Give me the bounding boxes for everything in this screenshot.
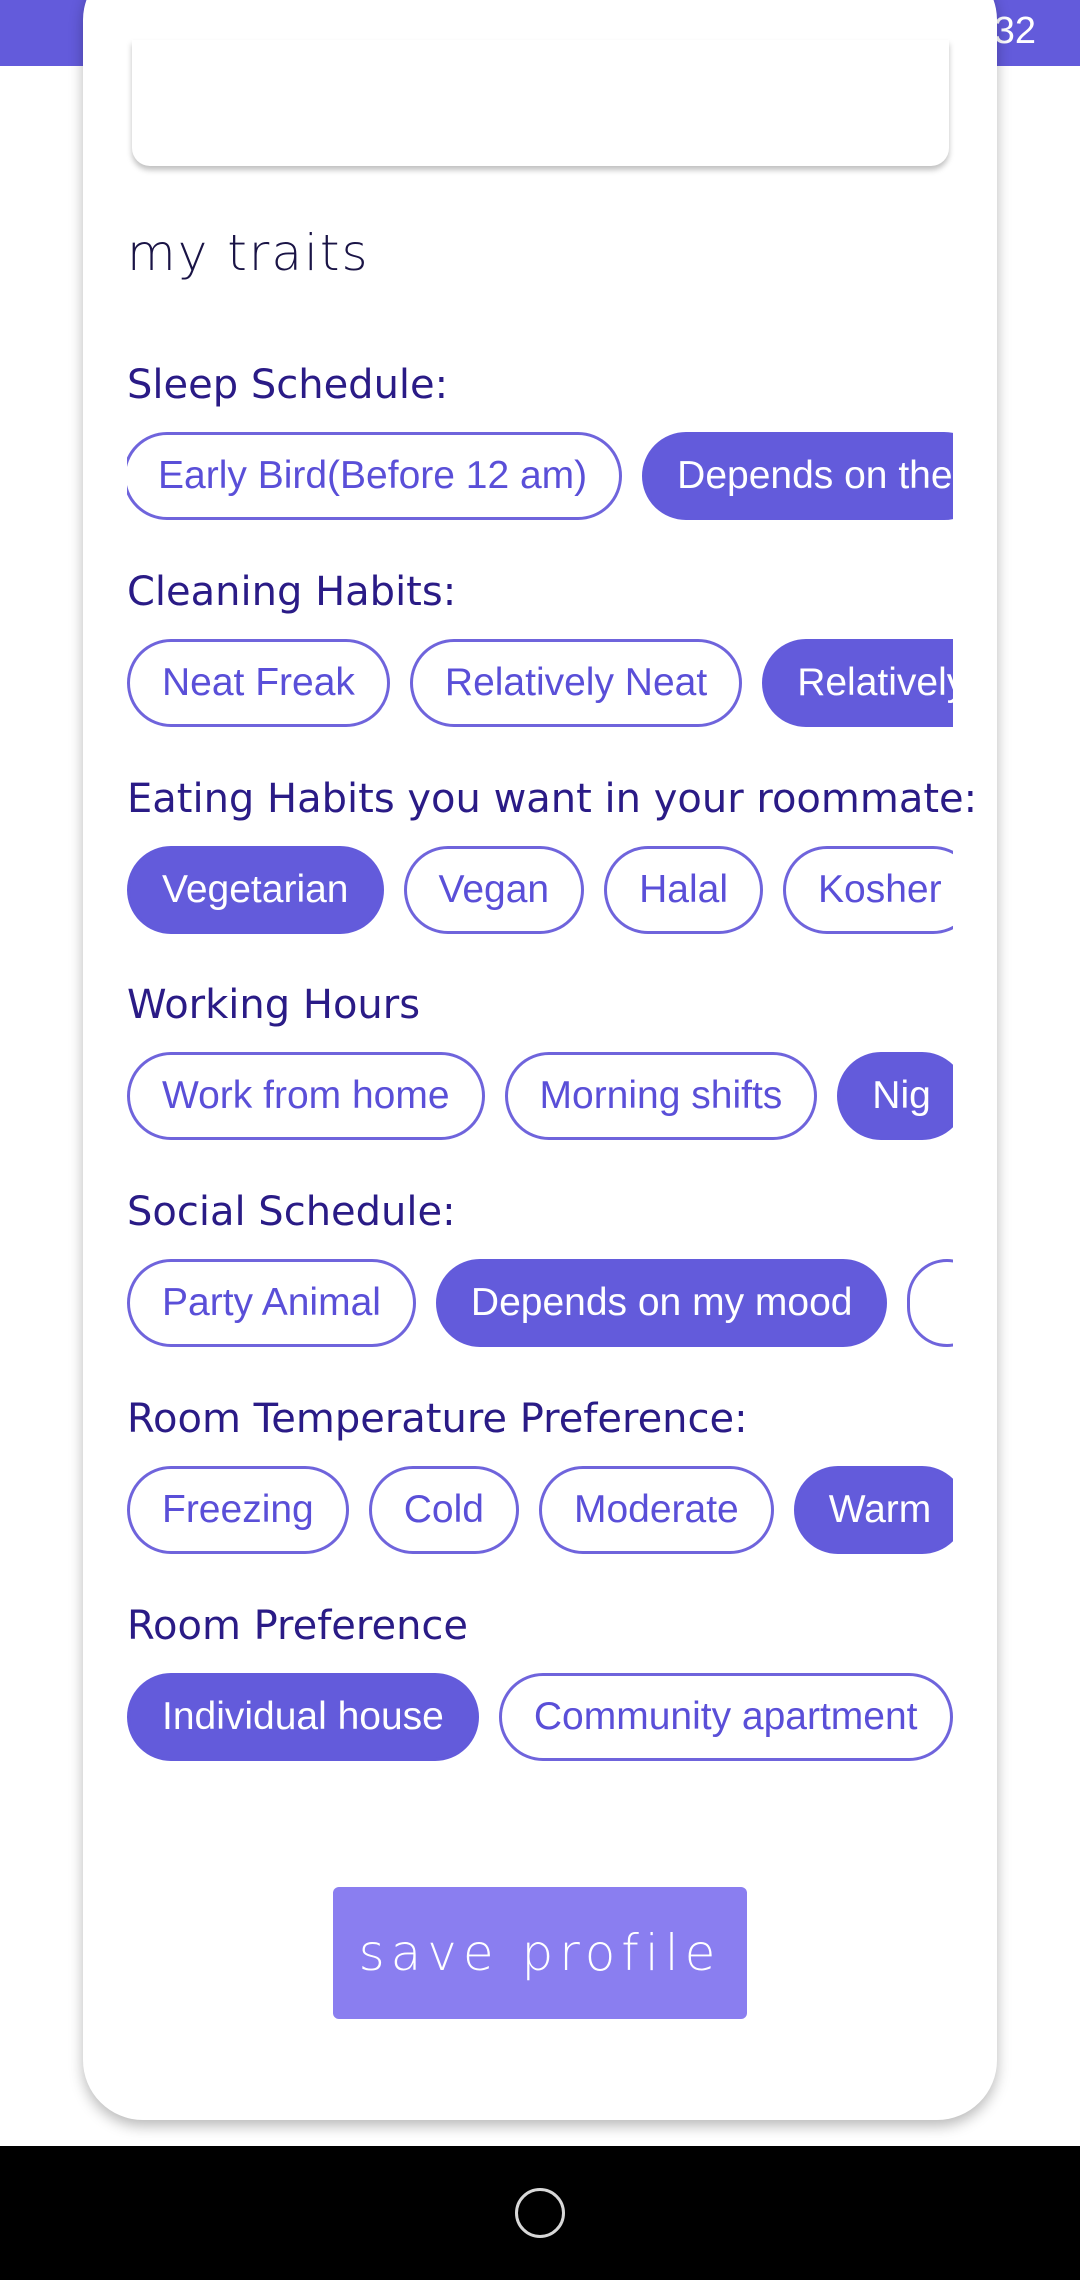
chip-option[interactable]: Cold bbox=[368, 1466, 519, 1554]
room-temperature-chip-row[interactable]: Freezing Cold Moderate Warm bbox=[127, 1464, 953, 1556]
cleaning-habits-label: Cleaning Habits: bbox=[127, 569, 457, 615]
chip-option[interactable]: Depends on the bbox=[642, 432, 953, 520]
social-schedule-chip-row[interactable]: Party Animal Depends on my mood bbox=[127, 1257, 953, 1349]
chip-option[interactable]: Vegetarian bbox=[127, 846, 384, 934]
sleep-schedule-chip-row[interactable]: Early Bird(Before 12 am) Depends on the bbox=[127, 430, 953, 522]
working-hours-label: Working Hours bbox=[127, 982, 421, 1028]
working-hours-chip-row[interactable]: Work from home Morning shifts Nig bbox=[127, 1050, 953, 1142]
sleep-schedule-label: Sleep Schedule: bbox=[127, 362, 449, 408]
chip-option[interactable]: Relatively bbox=[762, 639, 953, 727]
section-title: my traits bbox=[127, 224, 370, 282]
chip-option[interactable]: Warm bbox=[793, 1466, 953, 1554]
chip-option[interactable]: Vegan bbox=[403, 846, 585, 934]
save-profile-button[interactable]: save profile bbox=[333, 1887, 747, 2019]
chip-option[interactable] bbox=[907, 1259, 953, 1347]
eating-habits-chip-row[interactable]: Vegetarian Vegan Halal Kosher bbox=[127, 844, 953, 936]
chip-option[interactable]: Depends on my mood bbox=[435, 1259, 888, 1347]
home-button-icon[interactable] bbox=[515, 2188, 565, 2238]
chip-option[interactable]: Kosher bbox=[783, 846, 953, 934]
chip-option[interactable]: Halal bbox=[604, 846, 763, 934]
chip-option[interactable]: Nig bbox=[837, 1052, 953, 1140]
cleaning-habits-chip-row[interactable]: Neat Freak Relatively Neat Relatively bbox=[127, 637, 953, 729]
eating-habits-label: Eating Habits you want in your roommate: bbox=[127, 776, 978, 822]
about-text-box[interactable] bbox=[132, 40, 949, 166]
chip-option[interactable]: Neat Freak bbox=[127, 639, 390, 727]
chip-option[interactable]: Morning shifts bbox=[504, 1052, 818, 1140]
room-temperature-label: Room Temperature Preference: bbox=[127, 1396, 748, 1442]
chip-option[interactable]: Early Bird(Before 12 am) bbox=[127, 432, 623, 520]
chip-option[interactable]: Work from home bbox=[127, 1052, 485, 1140]
room-preference-chip-row[interactable]: Individual house Community apartment bbox=[127, 1671, 953, 1763]
chip-option[interactable]: Relatively Neat bbox=[409, 639, 743, 727]
chip-option[interactable]: Individual house bbox=[127, 1673, 479, 1761]
room-preference-label: Room Preference bbox=[127, 1603, 469, 1649]
chip-option[interactable]: Moderate bbox=[538, 1466, 774, 1554]
chip-option[interactable]: Freezing bbox=[127, 1466, 349, 1554]
social-schedule-label: Social Schedule: bbox=[127, 1189, 456, 1235]
chip-option[interactable]: Community apartment bbox=[498, 1673, 953, 1761]
chip-option[interactable]: Party Animal bbox=[127, 1259, 416, 1347]
